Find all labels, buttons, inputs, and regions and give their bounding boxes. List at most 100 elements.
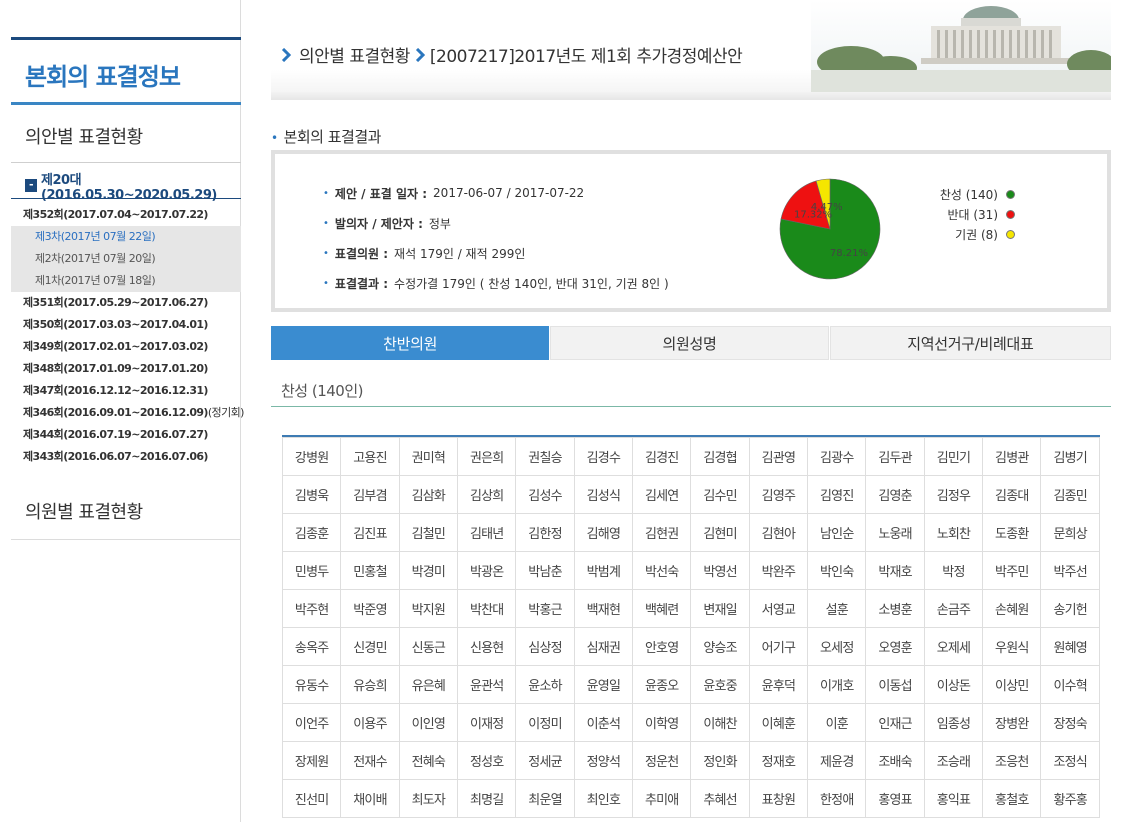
member-name[interactable]: 박경미	[398, 551, 459, 590]
member-name[interactable]: 심상정	[515, 627, 575, 666]
member-name[interactable]: 이정미	[515, 703, 575, 742]
member-name[interactable]: 김세연	[632, 475, 692, 514]
member-name[interactable]: 윤호중	[690, 665, 750, 704]
member-name[interactable]: 김영진	[807, 475, 867, 514]
member-name[interactable]: 한정애	[807, 779, 867, 818]
member-name[interactable]: 우원식	[982, 627, 1042, 666]
member-name[interactable]: 신경민	[340, 627, 400, 666]
member-name[interactable]: 박정	[923, 551, 984, 590]
member-name[interactable]: 노웅래	[865, 513, 925, 552]
member-name[interactable]: 장병완	[982, 703, 1042, 742]
member-name[interactable]: 김삼화	[398, 475, 459, 514]
member-name[interactable]: 김현아	[748, 513, 809, 552]
member-name[interactable]: 윤영일	[573, 665, 634, 704]
member-name[interactable]: 추혜선	[690, 779, 750, 818]
member-name[interactable]: 서영교	[748, 589, 809, 628]
member-name[interactable]: 김성수	[515, 475, 575, 514]
session-item[interactable]: 제346회(2016.09.01~2016.12.09)(정기회)	[11, 402, 244, 424]
member-name[interactable]: 김철민	[398, 513, 459, 552]
tab-1[interactable]: 찬반의원	[271, 326, 550, 360]
member-name[interactable]: 최운열	[515, 779, 575, 818]
member-name[interactable]: 이인영	[398, 703, 459, 742]
member-name[interactable]: 장제원	[281, 741, 342, 780]
session-item[interactable]: 제347회(2016.12.12~2016.12.31)	[11, 380, 241, 402]
member-name[interactable]: 김해영	[573, 513, 634, 552]
member-name[interactable]: 유승희	[340, 665, 400, 704]
member-name[interactable]: 조승래	[923, 741, 984, 780]
member-name[interactable]: 정인화	[690, 741, 750, 780]
member-name[interactable]: 정세균	[515, 741, 575, 780]
tab-3[interactable]: 지역선거구/비례대표	[829, 326, 1111, 360]
sitting-item[interactable]: 제2차(2017년 07월 20일)	[11, 248, 241, 270]
member-name[interactable]: 정성호	[457, 741, 517, 780]
member-name[interactable]: 박광온	[457, 551, 517, 590]
member-name[interactable]: 양승조	[690, 627, 750, 666]
member-name[interactable]: 김경협	[690, 437, 750, 476]
member-name[interactable]: 윤소하	[515, 665, 575, 704]
member-name[interactable]: 김태년	[457, 513, 517, 552]
member-name[interactable]: 이수혁	[1040, 665, 1100, 704]
member-name[interactable]: 김부겸	[340, 475, 400, 514]
member-name[interactable]: 조정식	[1040, 741, 1100, 780]
member-name[interactable]: 최인호	[573, 779, 634, 818]
member-name[interactable]: 이훈	[807, 703, 867, 742]
member-name[interactable]: 정운천	[632, 741, 692, 780]
member-name[interactable]: 남인순	[807, 513, 867, 552]
member-name[interactable]: 오세정	[807, 627, 867, 666]
member-name[interactable]: 신용현	[457, 627, 517, 666]
member-name[interactable]: 임종성	[923, 703, 984, 742]
member-name[interactable]: 송기헌	[1040, 589, 1100, 628]
member-name[interactable]: 원혜영	[1040, 627, 1100, 666]
sidebar-item-member-votes[interactable]: 의원별 표결현황	[11, 472, 241, 540]
member-name[interactable]: 조응천	[982, 741, 1042, 780]
member-name[interactable]: 이상민	[982, 665, 1042, 704]
member-name[interactable]: 권칠승	[515, 437, 575, 476]
member-name[interactable]: 김관영	[748, 437, 809, 476]
member-name[interactable]: 김한정	[515, 513, 575, 552]
member-name[interactable]: 인재근	[865, 703, 925, 742]
member-name[interactable]: 홍영표	[865, 779, 925, 818]
member-name[interactable]: 유은혜	[398, 665, 459, 704]
member-name[interactable]: 백재현	[573, 589, 634, 628]
member-name[interactable]: 김영주	[748, 475, 809, 514]
member-name[interactable]: 손혜원	[982, 589, 1042, 628]
member-name[interactable]: 김수민	[690, 475, 750, 514]
member-name[interactable]: 박선숙	[632, 551, 692, 590]
member-name[interactable]: 황주홍	[1040, 779, 1100, 818]
member-name[interactable]: 박지원	[398, 589, 459, 628]
member-name[interactable]: 김민기	[923, 437, 984, 476]
member-name[interactable]: 김종민	[1040, 475, 1100, 514]
member-name[interactable]: 심재권	[573, 627, 634, 666]
member-name[interactable]: 김경진	[632, 437, 692, 476]
term-toggle[interactable]: - 제20대(2016.05.30~2020.05.29)	[11, 163, 241, 203]
member-name[interactable]: 어기구	[748, 627, 809, 666]
member-name[interactable]: 이학영	[632, 703, 692, 742]
member-name[interactable]: 최명길	[457, 779, 517, 818]
member-name[interactable]: 민홍철	[340, 551, 400, 590]
member-name[interactable]: 김두관	[865, 437, 925, 476]
member-name[interactable]: 소병훈	[865, 589, 925, 628]
member-name[interactable]: 설훈	[807, 589, 867, 628]
member-name[interactable]: 박인숙	[807, 551, 867, 590]
sitting-item[interactable]: 제1차(2017년 07월 18일)	[11, 270, 241, 292]
member-name[interactable]: 윤관석	[457, 665, 517, 704]
member-name[interactable]: 김성식	[573, 475, 634, 514]
member-name[interactable]: 이언주	[281, 703, 342, 742]
member-name[interactable]: 민병두	[281, 551, 342, 590]
member-name[interactable]: 이해찬	[690, 703, 750, 742]
member-name[interactable]: 박주선	[1040, 551, 1100, 590]
member-name[interactable]: 김종훈	[281, 513, 342, 552]
member-name[interactable]: 유동수	[281, 665, 342, 704]
member-name[interactable]: 제윤경	[807, 741, 867, 780]
member-name[interactable]: 노회찬	[923, 513, 984, 552]
session-item[interactable]: 제350회(2017.03.03~2017.04.01)	[11, 314, 241, 336]
member-name[interactable]: 윤종오	[632, 665, 692, 704]
member-name[interactable]: 김광수	[807, 437, 867, 476]
member-name[interactable]: 신동근	[398, 627, 459, 666]
tab-2[interactable]: 의원성명	[550, 326, 829, 360]
member-name[interactable]: 김현권	[632, 513, 692, 552]
member-name[interactable]: 박완주	[748, 551, 809, 590]
member-name[interactable]: 김경수	[573, 437, 634, 476]
member-name[interactable]: 박준영	[340, 589, 400, 628]
member-name[interactable]: 김정우	[923, 475, 984, 514]
